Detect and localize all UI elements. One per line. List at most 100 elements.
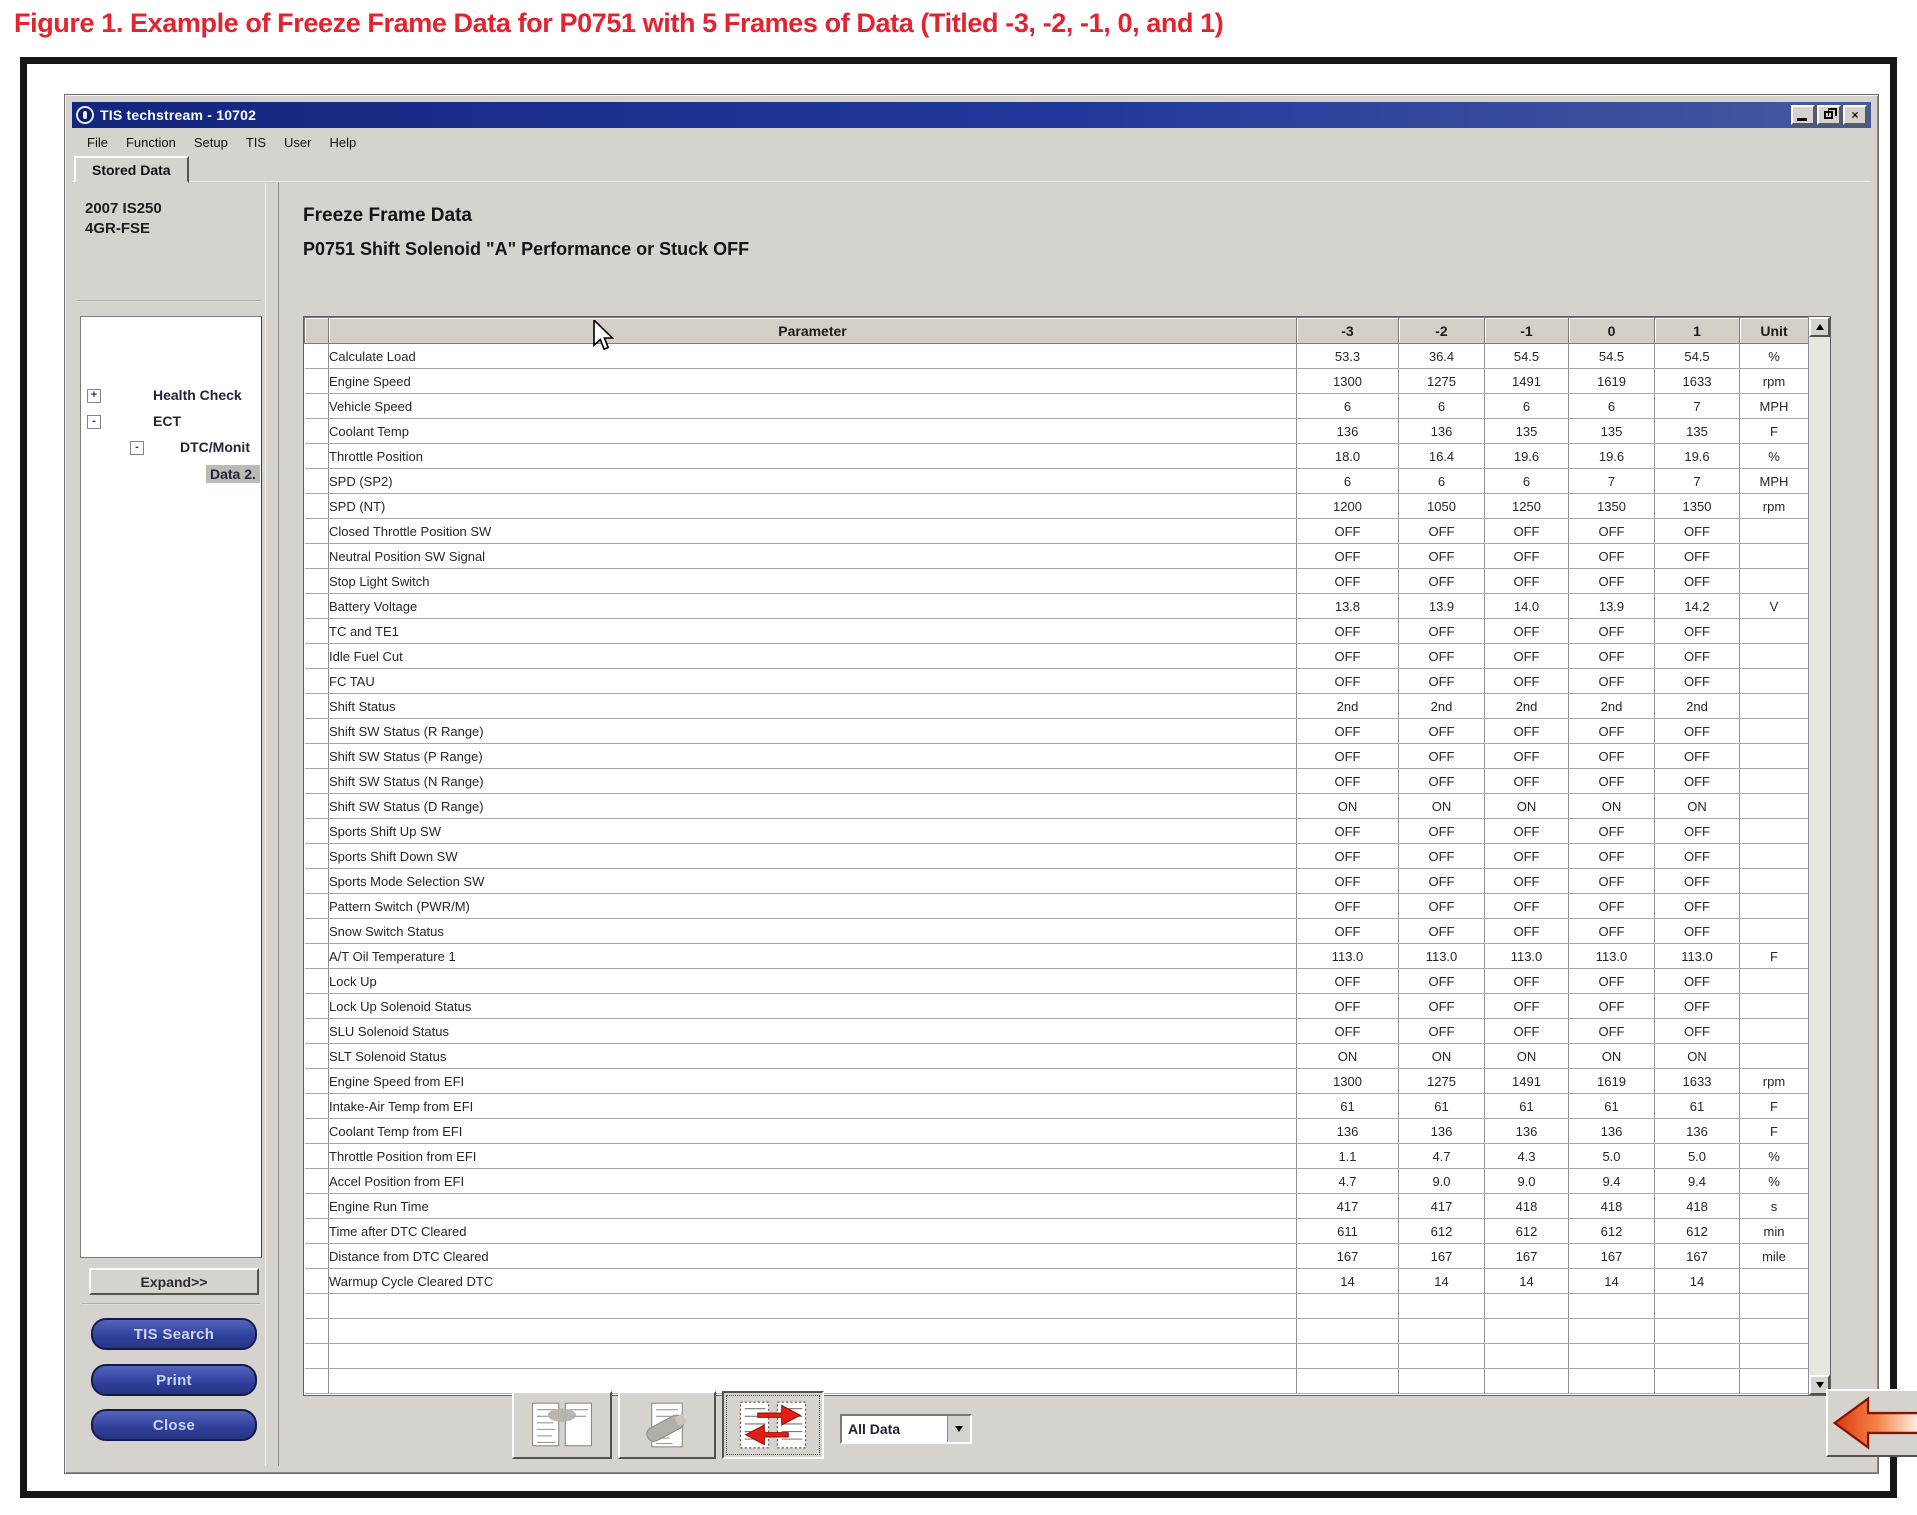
col-frame-minus3[interactable]: -3 xyxy=(1297,318,1399,344)
row-selector[interactable] xyxy=(305,469,329,494)
row-selector[interactable] xyxy=(305,994,329,1019)
table-row[interactable]: Engine Run Time417417418418418s xyxy=(305,1194,1809,1219)
minimize-button[interactable] xyxy=(1791,105,1815,125)
tis-search-button[interactable]: TIS Search xyxy=(91,1318,257,1350)
table-row[interactable]: SPD (NT)12001050125013501350rpm xyxy=(305,494,1809,519)
menu-item-setup[interactable]: Setup xyxy=(185,133,237,152)
table-row[interactable]: Stop Light SwitchOFFOFFOFFOFFOFF xyxy=(305,569,1809,594)
row-selector[interactable] xyxy=(305,444,329,469)
table-row[interactable]: Intake-Air Temp from EFI6161616161F xyxy=(305,1094,1809,1119)
table-row[interactable]: Shift SW Status (N Range)OFFOFFOFFOFFOFF xyxy=(305,769,1809,794)
row-selector[interactable] xyxy=(305,1294,329,1319)
row-selector[interactable] xyxy=(305,519,329,544)
menu-item-function[interactable]: Function xyxy=(117,133,185,152)
col-frame-minus1[interactable]: -1 xyxy=(1485,318,1569,344)
col-parameter[interactable]: Parameter xyxy=(329,318,1297,344)
table-row[interactable]: SPD (SP2)66677MPH xyxy=(305,469,1809,494)
row-selector[interactable] xyxy=(305,719,329,744)
close-window-button[interactable]: × xyxy=(1843,105,1867,125)
col-unit[interactable]: Unit xyxy=(1740,318,1809,344)
row-selector[interactable] xyxy=(305,1094,329,1119)
row-selector[interactable] xyxy=(305,1269,329,1294)
table-row[interactable]: Closed Throttle Position SWOFFOFFOFFOFFO… xyxy=(305,519,1809,544)
row-selector[interactable] xyxy=(305,494,329,519)
restore-button[interactable] xyxy=(1817,105,1841,125)
dropdown-arrow-button[interactable] xyxy=(947,1416,970,1442)
close-button[interactable]: Close xyxy=(91,1409,257,1441)
menu-item-file[interactable]: File xyxy=(78,133,117,152)
table-row[interactable]: Snow Switch StatusOFFOFFOFFOFFOFF xyxy=(305,919,1809,944)
row-selector[interactable] xyxy=(305,644,329,669)
row-selector[interactable] xyxy=(305,944,329,969)
table-row[interactable] xyxy=(305,1319,1809,1344)
table-row[interactable]: Neutral Position SW SignalOFFOFFOFFOFFOF… xyxy=(305,544,1809,569)
print-button[interactable]: Print xyxy=(91,1364,257,1396)
row-selector[interactable] xyxy=(305,619,329,644)
table-row[interactable]: Distance from DTC Cleared167167167167167… xyxy=(305,1244,1809,1269)
row-selector[interactable] xyxy=(305,544,329,569)
col-frame-minus2[interactable]: -2 xyxy=(1399,318,1485,344)
vertical-scrollbar[interactable] xyxy=(1808,317,1830,1395)
scroll-up-button[interactable] xyxy=(1809,317,1830,337)
tree-item-health-check[interactable]: Health Check xyxy=(153,387,242,403)
table-row[interactable]: Throttle Position18.016.419.619.619.6% xyxy=(305,444,1809,469)
row-selector[interactable] xyxy=(305,894,329,919)
row-selector[interactable] xyxy=(305,769,329,794)
row-selector[interactable] xyxy=(305,869,329,894)
row-selector[interactable] xyxy=(305,1369,329,1394)
table-row[interactable]: Coolant Temp136136135135135F xyxy=(305,419,1809,444)
row-selector[interactable] xyxy=(305,1144,329,1169)
swap-data-view-button[interactable] xyxy=(722,1391,824,1459)
table-row[interactable] xyxy=(305,1369,1809,1394)
tree-item-ect[interactable]: ECT xyxy=(153,413,181,429)
expand-button[interactable]: Expand>> xyxy=(89,1268,259,1295)
row-selector[interactable] xyxy=(305,669,329,694)
row-selector[interactable] xyxy=(305,794,329,819)
row-selector[interactable] xyxy=(305,1194,329,1219)
row-selector[interactable] xyxy=(305,819,329,844)
table-row[interactable]: Vehicle Speed66667MPH xyxy=(305,394,1809,419)
table-row[interactable]: Coolant Temp from EFI136136136136136F xyxy=(305,1119,1809,1144)
tab-stored-data[interactable]: Stored Data xyxy=(74,156,189,183)
table-row[interactable]: Shift SW Status (D Range)ONONONONON xyxy=(305,794,1809,819)
table-row[interactable]: Idle Fuel CutOFFOFFOFFOFFOFF xyxy=(305,644,1809,669)
tree-collapse-icon[interactable]: - xyxy=(130,441,144,455)
row-selector[interactable] xyxy=(305,1244,329,1269)
tree-item-dtc-monitor[interactable]: DTC/Monit xyxy=(180,439,250,455)
table-row[interactable]: Time after DTC Cleared611612612612612min xyxy=(305,1219,1809,1244)
tree-collapse-icon[interactable]: - xyxy=(87,415,101,429)
row-selector[interactable] xyxy=(305,1044,329,1069)
data-filter-dropdown[interactable]: All Data xyxy=(840,1414,972,1444)
row-selector[interactable] xyxy=(305,569,329,594)
row-selector[interactable] xyxy=(305,1219,329,1244)
table-row[interactable]: A/T Oil Temperature 1113.0113.0113.0113.… xyxy=(305,944,1809,969)
table-row[interactable]: SLU Solenoid StatusOFFOFFOFFOFFOFF xyxy=(305,1019,1809,1044)
table-row[interactable]: Shift SW Status (R Range)OFFOFFOFFOFFOFF xyxy=(305,719,1809,744)
table-row[interactable]: Engine Speed13001275149116191633rpm xyxy=(305,369,1809,394)
row-selector[interactable] xyxy=(305,1069,329,1094)
table-row[interactable]: Shift Status2nd2nd2nd2nd2nd xyxy=(305,694,1809,719)
row-selector[interactable] xyxy=(305,369,329,394)
row-selector[interactable] xyxy=(305,1319,329,1344)
data-list-compare-button[interactable] xyxy=(512,1391,612,1459)
table-row[interactable]: Warmup Cycle Cleared DTC1414141414 xyxy=(305,1269,1809,1294)
row-selector[interactable] xyxy=(305,1019,329,1044)
menu-item-tis[interactable]: TIS xyxy=(237,133,275,152)
row-selector[interactable] xyxy=(305,694,329,719)
row-selector[interactable] xyxy=(305,919,329,944)
tree-expand-icon[interactable]: + xyxy=(87,389,101,403)
row-selector[interactable] xyxy=(305,394,329,419)
table-row[interactable]: Battery Voltage13.813.914.013.914.2V xyxy=(305,594,1809,619)
col-frame-1[interactable]: 1 xyxy=(1655,318,1740,344)
table-row[interactable]: FC TAUOFFOFFOFFOFFOFF xyxy=(305,669,1809,694)
back-button[interactable] xyxy=(1826,1389,1917,1457)
row-selector[interactable] xyxy=(305,419,329,444)
row-selector[interactable] xyxy=(305,1169,329,1194)
table-row[interactable]: Engine Speed from EFI1300127514911619163… xyxy=(305,1069,1809,1094)
table-row[interactable] xyxy=(305,1344,1809,1369)
tree-item-data2-selected[interactable]: Data 2. xyxy=(206,465,260,483)
table-row[interactable]: Shift SW Status (P Range)OFFOFFOFFOFFOFF xyxy=(305,744,1809,769)
row-selector[interactable] xyxy=(305,844,329,869)
table-row[interactable]: Lock Up Solenoid StatusOFFOFFOFFOFFOFF xyxy=(305,994,1809,1019)
row-selector[interactable] xyxy=(305,344,329,369)
